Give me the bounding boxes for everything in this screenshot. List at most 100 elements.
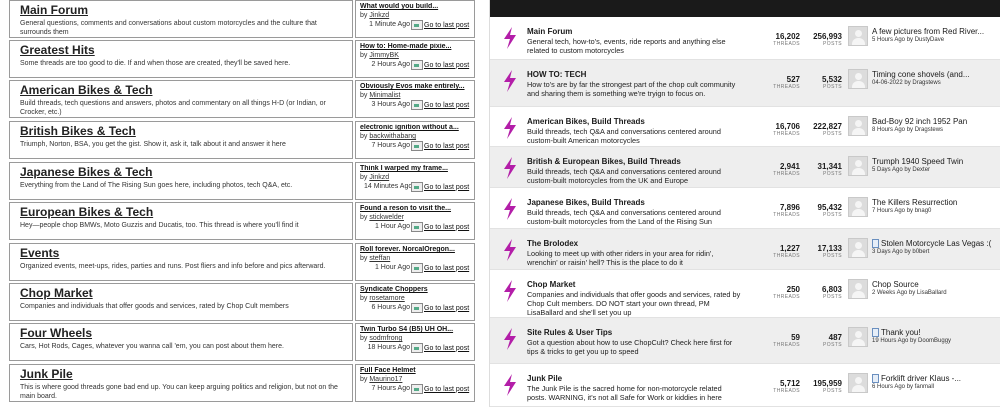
old-last-author-link[interactable]: Jinkzd xyxy=(369,12,389,19)
old-forum-title-link[interactable]: British Bikes & Tech xyxy=(20,124,136,138)
posts-label: POSTS xyxy=(823,388,842,394)
old-last-post-box: What would you build... by Jinkzd 1 Minu… xyxy=(355,0,475,38)
old-last-author-link[interactable]: stickwelder xyxy=(369,214,404,221)
go-to-last-post-link[interactable]: Go to last post xyxy=(411,222,469,232)
avatar[interactable] xyxy=(848,26,868,46)
avatar[interactable] xyxy=(848,238,868,258)
lightning-bolt-icon xyxy=(504,198,516,220)
old-forum-title-link[interactable]: European Bikes & Tech xyxy=(20,205,153,219)
new-forum-title-link[interactable]: HOW TO: TECH xyxy=(527,70,586,79)
go-to-last-post-link[interactable]: Go to last post xyxy=(411,20,469,30)
old-last-thread-link[interactable]: Twin Turbo S4 (B5) UH OH... xyxy=(360,326,474,333)
old-last-author-link[interactable]: rosetamore xyxy=(369,295,404,302)
avatar[interactable] xyxy=(848,69,868,89)
new-forum-description: How to's are by far the strongest part o… xyxy=(527,80,736,98)
old-last-post-time: 7 Hours Ago xyxy=(371,142,410,149)
go-to-last-post-link[interactable]: Go to last post xyxy=(411,141,469,151)
go-to-last-post-link[interactable]: Go to last post xyxy=(411,384,469,394)
old-last-post-author: by Jinkzd xyxy=(360,174,389,181)
new-forum-title-link[interactable]: American Bikes, Build Threads xyxy=(527,117,645,126)
old-forum-title-link[interactable]: Events xyxy=(20,246,59,260)
posts-count: 222,827 POSTS xyxy=(802,122,842,137)
old-last-author-link[interactable]: Jinkzd xyxy=(369,174,389,181)
old-last-post-time: 1 Hour Ago xyxy=(374,223,410,230)
go-to-last-post-link[interactable]: Go to last post xyxy=(411,303,469,313)
posts-count: 256,993 POSTS xyxy=(802,32,842,47)
old-forum-title-link[interactable]: Junk Pile xyxy=(20,367,73,381)
new-last-thread-link[interactable]: Stolen Motorcycle Las Vegas :( xyxy=(872,239,997,248)
go-to-last-post-link[interactable]: Go to last post xyxy=(411,182,469,192)
old-last-thread-link[interactable]: Obviously Evos make entirely... xyxy=(360,83,474,90)
new-forum-title-link[interactable]: Junk Pile xyxy=(527,374,562,383)
threads-count-value: 1,227 xyxy=(779,244,800,253)
old-forum-box: Four Wheels Cars, Hot Rods, Cages, whate… xyxy=(9,323,353,361)
threads-count: 2,941 THREADS xyxy=(760,162,800,177)
avatar[interactable] xyxy=(848,156,868,176)
avatar[interactable] xyxy=(848,373,868,393)
old-forum-description: Some threads are too good to die. If and… xyxy=(20,60,291,67)
go-to-last-post-link[interactable]: Go to last post xyxy=(411,100,469,110)
old-forum-title-link[interactable]: Main Forum xyxy=(20,3,88,17)
go-to-last-post-link[interactable]: Go to last post xyxy=(411,343,469,353)
new-last-thread-link[interactable]: Timing cone shovels (and... xyxy=(872,70,997,79)
old-last-author-link[interactable]: JimmyBK xyxy=(369,52,399,59)
old-last-thread-link[interactable]: Roll forever. NorcalOregon... xyxy=(360,246,474,253)
old-forum-title-link[interactable]: Japanese Bikes & Tech xyxy=(20,165,153,179)
new-forum-title-link[interactable]: Japanese Bikes, Build Threads xyxy=(527,198,645,207)
new-last-post-meta: 8 Hours Ago by Dragstews xyxy=(872,127,944,133)
old-last-author-link[interactable]: Maurino17 xyxy=(369,376,402,383)
go-to-last-post-link[interactable]: Go to last post xyxy=(411,60,469,70)
new-last-thread-link[interactable]: A few pictures from Red River... xyxy=(872,27,997,36)
old-last-thread-link[interactable]: electronic ignition without a... xyxy=(360,124,474,131)
go-to-last-post-icon xyxy=(411,222,423,232)
avatar[interactable] xyxy=(848,279,868,299)
old-forum-description: Organized events, meet-ups, rides, parti… xyxy=(20,263,326,270)
old-last-post-box: Obviously Evos make entirely... by Minim… xyxy=(355,80,475,118)
old-last-post-author: by backwithabang xyxy=(360,133,416,140)
posts-label: POSTS xyxy=(823,212,842,218)
old-last-thread-link[interactable]: How to: Home-made pixie... xyxy=(360,43,474,50)
new-forum-description: Looking to meet up with other riders in … xyxy=(527,249,714,267)
old-forum-box: Greatest Hits Some threads are too good … xyxy=(9,40,353,78)
new-last-post-meta: 2 Weeks Ago by LisaBallard xyxy=(872,290,947,296)
new-last-thread-link[interactable]: Bad-Boy 92 inch 1952 Pan xyxy=(872,117,997,126)
old-last-thread-link[interactable]: Found a reson to visit the... xyxy=(360,205,474,212)
new-forum-title-link[interactable]: Main Forum xyxy=(527,27,572,36)
new-forum-title-link[interactable]: Site Rules & User Tips xyxy=(527,328,612,337)
avatar[interactable] xyxy=(848,327,868,347)
threads-count: 527 THREADS xyxy=(760,75,800,90)
old-forum-title-link[interactable]: Four Wheels xyxy=(20,326,92,340)
old-last-thread-link[interactable]: Think I warped my frame... xyxy=(360,165,474,172)
new-forum-title-link[interactable]: British & European Bikes, Build Threads xyxy=(527,157,681,166)
posts-count-value: 487 xyxy=(828,333,842,342)
go-to-last-post-icon xyxy=(411,182,423,192)
new-forum-title-link[interactable]: Chop Market xyxy=(527,280,575,289)
old-last-thread-link[interactable]: Full Face Helmet xyxy=(360,367,474,374)
avatar[interactable] xyxy=(848,197,868,217)
old-forum-box: Main Forum General questions, comments a… xyxy=(9,0,353,38)
new-forum-row: British & European Bikes, Build Threads … xyxy=(490,147,1000,188)
lightning-bolt-icon xyxy=(504,27,516,49)
old-last-author-link[interactable]: Minimalist xyxy=(369,92,400,99)
avatar[interactable] xyxy=(848,116,868,136)
new-last-thread-link[interactable]: The Killers Resurrection xyxy=(872,198,997,207)
new-last-thread-link[interactable]: Trumph 1940 Speed Twin xyxy=(872,157,997,166)
old-last-post-box: Roll forever. NorcalOregon... by steffan… xyxy=(355,243,475,281)
new-forum-title-link[interactable]: The Brolodex xyxy=(527,239,578,248)
old-last-author-link[interactable]: sodmfrong xyxy=(369,335,402,342)
go-to-last-post-link[interactable]: Go to last post xyxy=(411,263,469,273)
go-to-last-post-text: Go to last post xyxy=(424,264,470,272)
old-last-author-link[interactable]: steffan xyxy=(369,255,390,262)
old-forum-title-link[interactable]: Chop Market xyxy=(20,286,93,300)
old-forum-title-link[interactable]: American Bikes & Tech xyxy=(20,83,153,97)
old-forum-title-link[interactable]: Greatest Hits xyxy=(20,43,95,57)
old-last-author-link[interactable]: backwithabang xyxy=(369,133,416,140)
new-last-thread-link[interactable]: Forklift driver Klaus -... xyxy=(872,374,997,383)
new-last-post: Stolen Motorcycle Las Vegas :( 3 Days Ag… xyxy=(872,239,997,255)
new-last-thread-link[interactable]: Thank you! xyxy=(872,328,997,337)
old-last-thread-link[interactable]: What would you build... xyxy=(360,3,474,10)
new-last-thread-link[interactable]: Chop Source xyxy=(872,280,997,289)
old-forum-box: Events Organized events, meet-ups, rides… xyxy=(9,243,353,281)
posts-count: 5,532 POSTS xyxy=(802,75,842,90)
old-last-thread-link[interactable]: Syndicate Choppers xyxy=(360,286,474,293)
